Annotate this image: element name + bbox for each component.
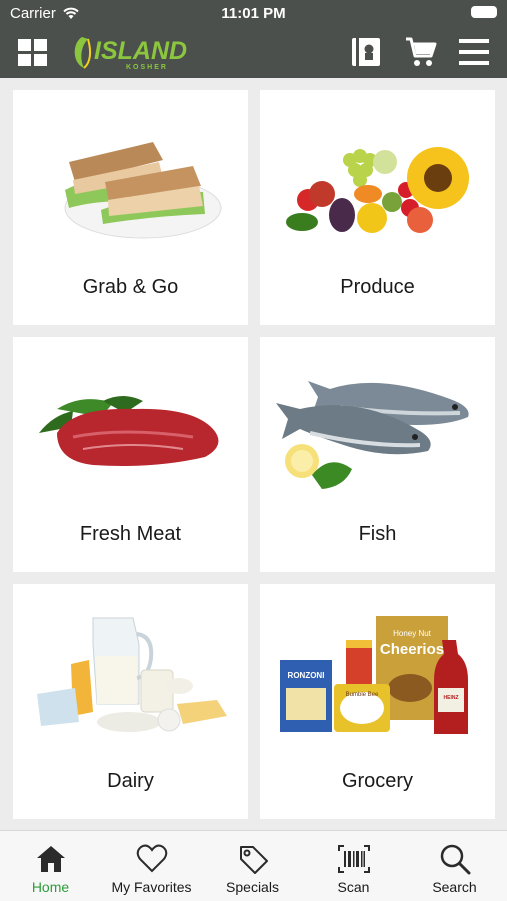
tab-label: My Favorites bbox=[111, 879, 192, 895]
tuna-can-text: Bumble Bee bbox=[346, 692, 379, 698]
island-kosher-logo: ISLAND KOSHER bbox=[74, 37, 187, 71]
tab-specials[interactable]: Specials bbox=[202, 831, 303, 901]
category-tile-fish[interactable]: Fish bbox=[260, 337, 495, 572]
categories-grid-icon[interactable] bbox=[18, 39, 48, 67]
tab-scan[interactable]: Scan bbox=[303, 831, 404, 901]
category-tile-produce[interactable]: Produce bbox=[260, 90, 495, 325]
grocery-image: Honey Nut Cheerios RONZONI Bumble Bee HE… bbox=[280, 616, 468, 734]
ketchup-bottle-text: HEINZ bbox=[444, 695, 459, 701]
tab-label: Specials bbox=[226, 879, 279, 895]
fish-image bbox=[276, 381, 469, 489]
cereal-box-top-text: Honey Nut bbox=[393, 629, 432, 638]
tab-search[interactable]: Search bbox=[404, 831, 505, 901]
category-tile-grocery[interactable]: Honey Nut Cheerios RONZONI Bumble Bee HE… bbox=[260, 584, 495, 819]
category-label: Fresh Meat bbox=[79, 523, 182, 545]
category-label: Grab & Go bbox=[82, 276, 179, 298]
tab-label: Search bbox=[432, 879, 477, 895]
battery-icon bbox=[471, 6, 497, 18]
fresh-meat-image bbox=[39, 396, 219, 466]
logo-text: ISLAND bbox=[94, 37, 187, 65]
category-tile-fresh-meat[interactable]: Fresh Meat bbox=[13, 337, 248, 572]
tab-my-favorites[interactable]: My Favorites bbox=[101, 831, 202, 901]
hamburger-menu-icon[interactable] bbox=[458, 36, 490, 68]
barcode-icon bbox=[338, 845, 370, 873]
status-time: 11:01 PM bbox=[221, 5, 286, 22]
tab-label: Home bbox=[31, 879, 70, 895]
shopping-list-icon[interactable] bbox=[350, 36, 382, 68]
tag-icon bbox=[240, 846, 268, 874]
search-icon bbox=[440, 844, 471, 875]
heart-icon bbox=[136, 844, 168, 873]
category-tile-grab-and-go[interactable]: Grab & Go bbox=[13, 90, 248, 325]
tab-home[interactable]: Home bbox=[0, 831, 101, 901]
bottom-tab-bar: Home My Favorites Specials Scan Search bbox=[0, 830, 507, 901]
tab-label: Scan bbox=[337, 879, 370, 895]
pasta-box-text: RONZONI bbox=[288, 671, 325, 680]
app-header: ISLAND KOSHER bbox=[0, 26, 507, 78]
produce-image bbox=[286, 147, 469, 233]
status-bar: Carrier 11:01 PM bbox=[0, 0, 507, 26]
dairy-image bbox=[37, 617, 227, 732]
logo-subtext: KOSHER bbox=[126, 64, 168, 71]
category-tile-dairy[interactable]: Dairy bbox=[13, 584, 248, 819]
category-grid: Grab & Go Produce Fresh Meat Fish Dairy … bbox=[0, 78, 507, 830]
category-label: Fish bbox=[358, 523, 397, 545]
category-label: Produce bbox=[340, 276, 415, 298]
sandwich-image bbox=[64, 142, 222, 239]
home-icon bbox=[37, 846, 65, 872]
category-label: Dairy bbox=[107, 770, 154, 792]
category-label: Grocery bbox=[341, 770, 414, 792]
cart-icon[interactable] bbox=[404, 36, 438, 68]
cereal-box-text: Cheerios bbox=[380, 641, 444, 658]
